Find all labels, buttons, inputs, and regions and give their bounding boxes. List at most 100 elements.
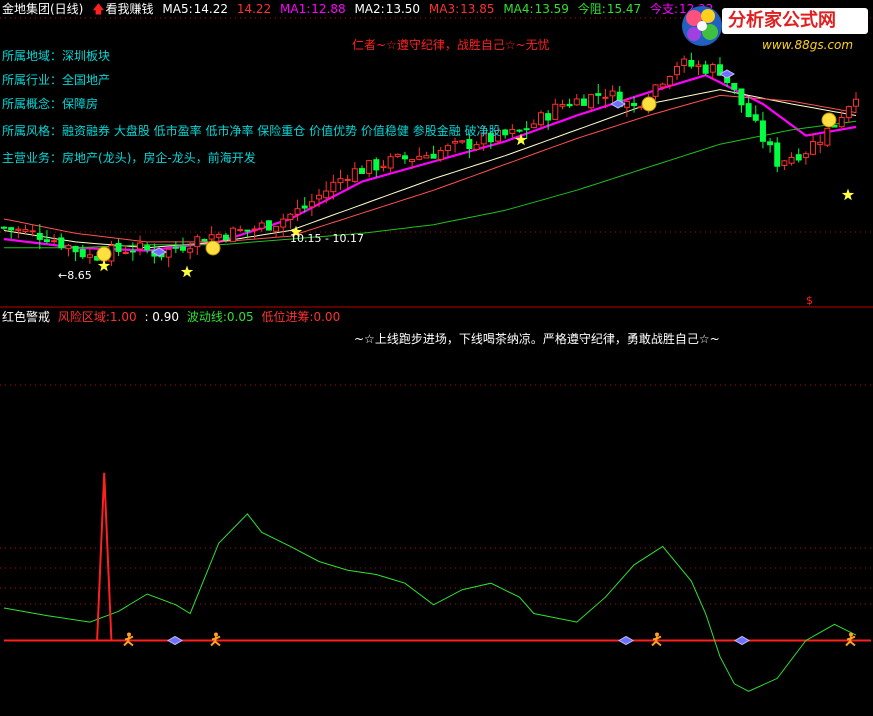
runner-icon bbox=[655, 632, 659, 637]
candle-body bbox=[244, 229, 251, 232]
diamond-icon bbox=[733, 635, 751, 646]
ma-line-ma4 bbox=[4, 120, 857, 249]
candle-body bbox=[845, 106, 852, 119]
resist-value: 15.47 bbox=[606, 2, 642, 16]
candle-body bbox=[215, 233, 222, 238]
candle-body bbox=[674, 65, 681, 76]
candle-body bbox=[595, 93, 602, 96]
candle-body bbox=[43, 239, 50, 243]
candle-body bbox=[788, 156, 795, 164]
runner-icon bbox=[849, 632, 853, 637]
candle-body bbox=[351, 168, 358, 182]
candle-body bbox=[172, 246, 179, 249]
candle-body bbox=[702, 64, 709, 74]
candle-body bbox=[387, 156, 394, 169]
smiley-icon bbox=[205, 240, 221, 256]
candle-body bbox=[774, 142, 781, 167]
candle-body bbox=[767, 141, 774, 146]
support-label: 今支: bbox=[650, 2, 679, 16]
price-header: 金地集团(日线) 🡅看我赚钱 MA5:14.22 14.22 MA1:12.88… bbox=[2, 1, 718, 17]
candle-body bbox=[265, 220, 272, 231]
candle-body bbox=[423, 155, 430, 159]
candle-body bbox=[394, 153, 401, 157]
candle-body bbox=[129, 250, 136, 253]
candle-body bbox=[380, 165, 387, 169]
candle-body bbox=[810, 141, 817, 155]
low-label: 低位进筹: bbox=[261, 310, 314, 324]
candle-body bbox=[366, 160, 373, 174]
ma4-value: 13.59 bbox=[534, 2, 569, 16]
candle-body bbox=[738, 88, 745, 106]
candle-body bbox=[466, 139, 473, 150]
candle-body bbox=[409, 159, 416, 163]
candle-body bbox=[258, 222, 265, 229]
info-region: 所属地域：深圳板块 bbox=[2, 49, 111, 63]
candle-body bbox=[444, 145, 451, 151]
candle-body bbox=[137, 242, 144, 250]
risk-value: 1.00 bbox=[109, 310, 137, 324]
candle-body bbox=[358, 168, 365, 174]
site-logo: 分析家公式网 www.88gs.com bbox=[676, 2, 871, 54]
candle-body bbox=[36, 232, 43, 240]
candle-body bbox=[301, 205, 308, 209]
smiley-icon bbox=[821, 112, 837, 128]
candle-body bbox=[237, 229, 244, 232]
candle-body bbox=[179, 246, 186, 251]
slogan-top: 仁者~☆遵守纪律，战胜自己☆~无忧 bbox=[352, 38, 550, 52]
candle-body bbox=[330, 181, 337, 193]
candle-body bbox=[430, 153, 437, 159]
candle-body bbox=[659, 83, 666, 88]
candle-body bbox=[537, 112, 544, 126]
wave-line bbox=[3, 513, 857, 692]
candle-body bbox=[802, 153, 809, 158]
candle-body bbox=[752, 114, 759, 121]
star-icon bbox=[514, 133, 528, 146]
candle-body bbox=[58, 237, 65, 249]
ma1-value: 12.88 bbox=[311, 2, 346, 16]
ma3-value: 13.85 bbox=[460, 2, 495, 16]
candle-body bbox=[208, 234, 215, 240]
low-value: 0.00 bbox=[313, 310, 341, 324]
candle-body bbox=[437, 149, 444, 160]
candle-body bbox=[8, 227, 15, 231]
candle-body bbox=[144, 245, 151, 251]
star-icon bbox=[180, 265, 194, 278]
smiley-icon bbox=[96, 246, 112, 262]
signal-name: 看我赚钱 bbox=[105, 2, 154, 16]
candle-body bbox=[853, 98, 859, 107]
candle-body bbox=[194, 236, 201, 248]
candle-body bbox=[373, 159, 380, 171]
diamond-icon bbox=[617, 635, 635, 646]
ma3-label: MA3: bbox=[428, 2, 460, 16]
star-icon bbox=[841, 188, 855, 201]
candle-body bbox=[201, 238, 208, 242]
smiley-icon bbox=[641, 96, 657, 112]
ma5-label: MA5: bbox=[162, 2, 193, 16]
candle-body bbox=[666, 75, 673, 86]
candle-body bbox=[552, 103, 559, 120]
candle-body bbox=[573, 98, 580, 106]
chart-canvas bbox=[0, 17, 873, 692]
info-style: 所属风格：融资融券 大盘股 低市盈率 低市净率 保险重仓 价值优势 价值稳健 参… bbox=[2, 124, 501, 138]
candle-body bbox=[308, 201, 315, 208]
candle-body bbox=[280, 218, 287, 228]
candle-body bbox=[22, 229, 29, 233]
candle-body bbox=[523, 128, 530, 131]
info-concept: 所属概念：保障房 bbox=[2, 97, 99, 111]
candle-body bbox=[15, 228, 22, 231]
candle-body bbox=[287, 213, 294, 221]
diamond-icon bbox=[166, 635, 184, 646]
candle-body bbox=[759, 120, 766, 142]
slogan-bottom: ~☆上线跑步进场，下线喝茶纳凉。严格遵守纪律，勇敢战胜自己☆~ bbox=[354, 332, 720, 346]
candle-body bbox=[337, 178, 344, 184]
candle-body bbox=[316, 194, 323, 200]
candle-body bbox=[165, 248, 172, 258]
indicator-name: 红色警戒 bbox=[2, 310, 51, 324]
candle-body bbox=[273, 225, 280, 232]
candle-body bbox=[795, 154, 802, 161]
candle-body bbox=[838, 116, 845, 128]
candle-body bbox=[745, 103, 752, 118]
candle-body bbox=[65, 245, 72, 250]
candle-body bbox=[709, 64, 716, 73]
candle-body bbox=[79, 249, 86, 258]
